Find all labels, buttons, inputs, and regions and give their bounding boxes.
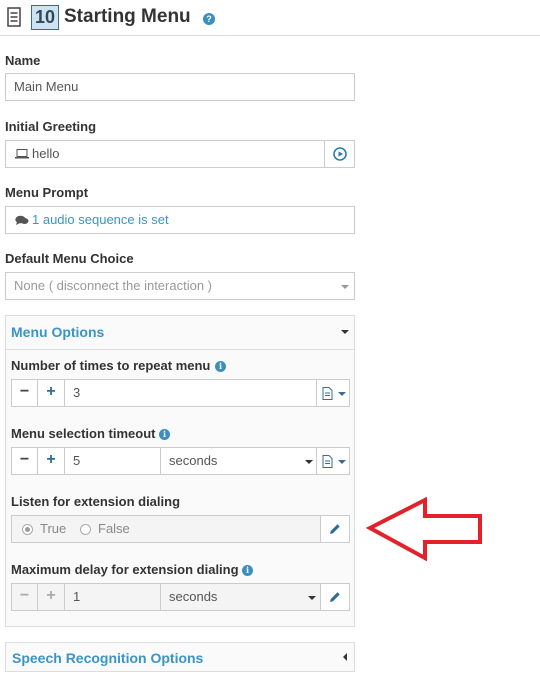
max-delay-decrement-button[interactable]: − bbox=[11, 583, 38, 611]
caret-left-icon bbox=[343, 653, 347, 661]
page-title: Starting Menu bbox=[64, 6, 191, 27]
repeat-input[interactable]: 3 bbox=[64, 379, 317, 407]
info-icon[interactable]: i bbox=[242, 565, 253, 576]
extension-label: Listen for extension dialing bbox=[11, 494, 181, 509]
radio-false[interactable] bbox=[80, 524, 91, 535]
repeat-increment-button[interactable]: + bbox=[37, 379, 65, 407]
file-text-icon bbox=[322, 455, 333, 468]
question-circle-icon[interactable]: ? bbox=[203, 13, 215, 25]
timeout-unit-value: seconds bbox=[169, 453, 218, 468]
default-choice-label: Default Menu Choice bbox=[5, 251, 134, 266]
max-delay-label: Maximum delay for extension dialing bbox=[11, 562, 239, 577]
max-delay-unit-select[interactable]: seconds bbox=[160, 583, 321, 611]
menu-prompt-label: Menu Prompt bbox=[5, 185, 89, 200]
timeout-input[interactable]: 5 bbox=[64, 447, 161, 475]
default-choice-value: None ( disconnect the interaction ) bbox=[14, 278, 212, 293]
name-input[interactable]: Main Menu bbox=[5, 73, 355, 101]
max-delay-unit-value: seconds bbox=[169, 589, 218, 604]
file-text-icon bbox=[322, 387, 333, 400]
repeat-label: Number of times to repeat menu bbox=[11, 358, 211, 373]
chevron-down-icon bbox=[338, 392, 346, 396]
timeout-decrement-button[interactable]: − bbox=[11, 447, 38, 475]
menu-prompt-value: 1 audio sequence is set bbox=[32, 212, 169, 227]
play-circle-icon bbox=[333, 147, 347, 161]
play-greeting-button[interactable] bbox=[324, 140, 355, 168]
speech-recognition-panel[interactable]: Speech Recognition Options bbox=[5, 642, 355, 672]
pencil-icon bbox=[330, 524, 340, 534]
initial-greeting-value: hello bbox=[32, 146, 60, 161]
timeout-label: Menu selection timeout bbox=[11, 426, 156, 441]
caret-down-icon bbox=[341, 330, 349, 334]
timeout-options-button[interactable] bbox=[316, 447, 350, 475]
repeat-options-button[interactable] bbox=[316, 379, 350, 407]
info-icon[interactable]: i bbox=[159, 429, 170, 440]
radio-true[interactable] bbox=[22, 524, 33, 535]
max-delay-input[interactable]: 1 bbox=[64, 583, 161, 611]
chevron-down-icon bbox=[338, 460, 346, 464]
repeat-decrement-button[interactable]: − bbox=[11, 379, 38, 407]
comments-icon bbox=[15, 215, 29, 225]
extension-radio-group: True False bbox=[11, 515, 321, 543]
chevron-down-icon bbox=[341, 285, 349, 289]
max-delay-increment-button[interactable]: + bbox=[37, 583, 65, 611]
chevron-down-icon bbox=[308, 596, 316, 600]
radio-true-label: True bbox=[40, 521, 67, 536]
laptop-icon bbox=[15, 149, 29, 159]
speech-recognition-title: Speech Recognition Options bbox=[12, 650, 204, 666]
radio-false-label: False bbox=[98, 521, 130, 536]
timeout-unit-select[interactable]: seconds bbox=[160, 447, 317, 475]
chevron-down-icon bbox=[305, 460, 313, 464]
page-header: 10 Starting Menu ? bbox=[0, 0, 540, 36]
name-label: Name bbox=[5, 53, 41, 68]
menu-options-header[interactable]: Menu Options bbox=[5, 315, 355, 350]
timeout-increment-button[interactable]: + bbox=[37, 447, 65, 475]
red-arrow-annotation bbox=[366, 497, 482, 561]
info-icon[interactable]: i bbox=[215, 361, 226, 372]
initial-greeting-field[interactable]: hello bbox=[5, 140, 325, 168]
document-icon bbox=[7, 7, 21, 27]
initial-greeting-label: Initial Greeting bbox=[5, 119, 97, 134]
pencil-icon bbox=[330, 592, 340, 602]
max-delay-edit-button[interactable] bbox=[320, 583, 350, 611]
task-number-badge: 10 bbox=[31, 5, 59, 30]
menu-options-title: Menu Options bbox=[11, 324, 105, 340]
default-choice-select[interactable]: None ( disconnect the interaction ) bbox=[5, 272, 355, 300]
extension-edit-button[interactable] bbox=[320, 515, 350, 543]
menu-prompt-field[interactable]: 1 audio sequence is set bbox=[5, 206, 355, 234]
